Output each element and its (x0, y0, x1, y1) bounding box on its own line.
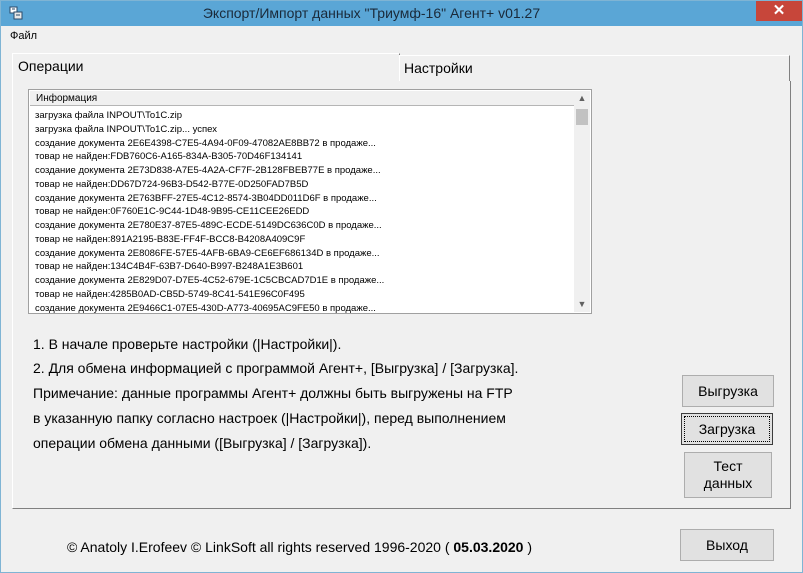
exit-button[interactable]: Выход (680, 529, 774, 561)
list-item[interactable]: товар не найден:DD67D724-96B3-D542-B77E-… (35, 178, 575, 192)
close-icon: ✕ (772, 2, 786, 19)
tab-operations[interactable]: Операции (12, 53, 400, 81)
list-item[interactable]: загрузка файла INPOUT\To1C.zip (35, 109, 575, 123)
list-item[interactable]: создание документа 2E829D07-D7E5-4C52-67… (35, 274, 575, 288)
import-button[interactable]: Загрузка (681, 413, 773, 445)
info-listbox[interactable]: Информация загрузка файла INPOUT\To1C.zi… (28, 89, 592, 314)
list-item[interactable]: создание документа 2E9466C1-07E5-430D-A7… (35, 302, 575, 314)
list-item[interactable]: загрузка файла INPOUT\To1C.zip... успех (35, 123, 575, 137)
vertical-scrollbar[interactable]: ▲ ▼ (574, 91, 590, 312)
focus-rect (684, 416, 770, 442)
scroll-down-icon[interactable]: ▼ (574, 297, 590, 312)
test-data-button[interactable]: Тест данных (684, 452, 772, 498)
export-button-label: Выгрузка (698, 383, 758, 399)
export-button[interactable]: Выгрузка (682, 375, 774, 407)
window-title: Экспорт/Импорт данных "Триумф-16" Агент+… (202, 5, 541, 21)
list-item[interactable]: создание документа 2E8086FE-57E5-4AFB-6B… (35, 247, 575, 261)
tab-settings[interactable]: Настройки (399, 55, 790, 81)
scroll-thumb[interactable] (576, 109, 588, 125)
title-bar[interactable]: Экспорт/Импорт данных "Триумф-16" Агент+… (1, 1, 802, 26)
menu-bar: Файл (1, 26, 802, 46)
list-item[interactable]: товар не найден:4285B0AD-CB5D-5749-8C41-… (35, 288, 575, 302)
log-rows: загрузка файла INPOUT\To1C.zip загрузка … (35, 109, 575, 314)
build-date: 05.03.2020 (453, 539, 524, 555)
scroll-up-icon[interactable]: ▲ (574, 91, 590, 106)
close-button[interactable]: ✕ (756, 1, 802, 21)
list-item[interactable]: создание документа 2E6E4398-C7E5-4A94-0F… (35, 137, 575, 151)
test-data-label-1: Тест (713, 458, 743, 474)
test-data-label-2: данных (703, 475, 753, 491)
copyright-close: ) (527, 539, 533, 555)
list-item[interactable]: товар не найден:FDB760C6-A165-834A-B305-… (35, 150, 575, 164)
instruction-note-line-3: операции обмена данными ([Выгрузка] / [З… (33, 435, 372, 451)
tab-operations-label: Операции (18, 58, 84, 74)
list-item[interactable]: создание документа 2E780E37-87E5-489C-EC… (35, 219, 575, 233)
instruction-line-1: 1. В начале проверьте настройки (|Настро… (33, 336, 342, 352)
app-window: Экспорт/Импорт данных "Триумф-16" Агент+… (0, 0, 803, 573)
instruction-note-line-2: в указанную папку согласно настроек (|На… (33, 410, 506, 426)
tab-settings-label: Настройки (404, 60, 473, 76)
list-item[interactable]: товар не найден:891A2195-B83E-FF4F-BCC8-… (35, 233, 575, 247)
copyright-footer: © Anatoly I.Erofeev © LinkSoft all right… (67, 539, 532, 555)
exit-button-label: Выход (706, 537, 748, 553)
list-column-header[interactable]: Информация (30, 91, 575, 106)
list-item[interactable]: создание документа 2E763BFF-27E5-4C12-85… (35, 192, 575, 206)
list-item[interactable]: товар не найден:134C4B4F-63B7-D640-B997-… (35, 260, 575, 274)
menu-file[interactable]: Файл (10, 30, 37, 42)
list-item[interactable]: создание документа 2E73D838-A7E5-4A2A-CF… (35, 164, 575, 178)
copyright-text: © Anatoly I.Erofeev © LinkSoft all right… (67, 539, 450, 555)
list-item[interactable]: товар не найден:0F760E1C-9C44-1D48-9B95-… (35, 205, 575, 219)
instruction-line-2: 2. Для обмена информацией с программой А… (33, 360, 519, 376)
instruction-note-line-1: Примечание: данные программы Агент+ долж… (33, 385, 513, 401)
